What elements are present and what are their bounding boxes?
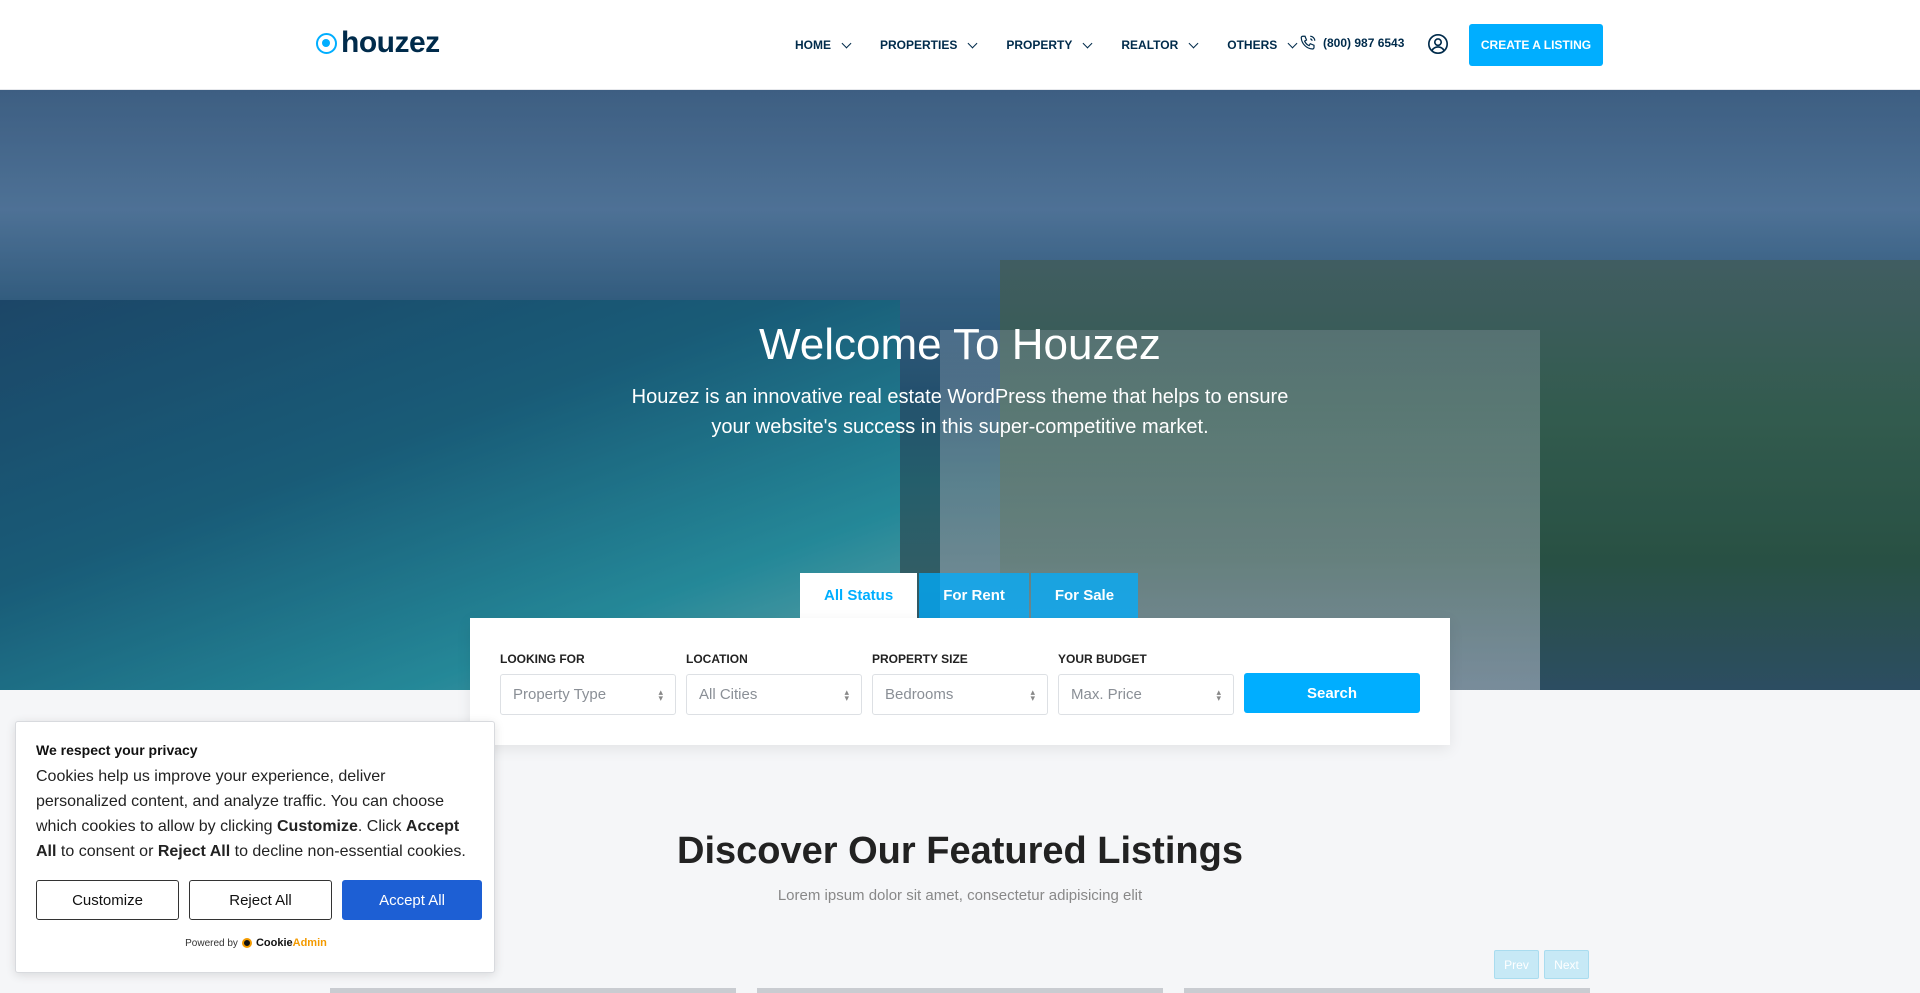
powered-by: Powered by CookieAdmin xyxy=(16,937,496,949)
field-label: LOOKING FOR xyxy=(500,652,585,666)
nav-item-label: PROPERTY xyxy=(1006,38,1073,52)
nav-item-label: PROPERTIES xyxy=(880,38,958,52)
main-nav: HOME PROPERTIES PROPERTY REALTOR OTHERS xyxy=(795,0,1326,90)
cookie-customize-word: Customize xyxy=(277,818,358,835)
tab-for-rent[interactable]: For Rent xyxy=(919,573,1029,618)
field-property-size: PROPERTY SIZE Bedrooms ▴ ▾ xyxy=(872,652,1048,715)
select-value: Property Type xyxy=(513,686,607,703)
phone-link[interactable]: (800) 987 6543 xyxy=(1299,34,1404,52)
bedrooms-select[interactable]: Bedrooms ▴ ▾ xyxy=(872,674,1048,715)
max-price-select[interactable]: Max. Price ▴ ▾ xyxy=(1058,674,1234,715)
user-circle-icon[interactable] xyxy=(1427,33,1449,55)
chevron-down-icon xyxy=(967,38,978,48)
field-looking-for: LOOKING FOR Property Type ▴ ▾ xyxy=(500,652,676,715)
nav-item-property[interactable]: PROPERTY xyxy=(1006,38,1093,52)
select-value: Bedrooms xyxy=(885,686,954,703)
property-type-select[interactable]: Property Type ▴ ▾ xyxy=(500,674,676,715)
field-label: PROPERTY SIZE xyxy=(872,652,968,666)
nav-item-properties[interactable]: PROPERTIES xyxy=(880,38,978,52)
accept-all-button[interactable]: Accept All xyxy=(342,880,482,920)
cookie-banner: We respect your privacy Cookies help us … xyxy=(15,721,495,973)
updown-icon: ▴ ▾ xyxy=(1216,686,1221,703)
hero-subtitle: Houzez is an innovative real estate Word… xyxy=(631,386,1289,438)
nav-item-label: OTHERS xyxy=(1227,38,1278,52)
logo-pin-icon xyxy=(316,32,337,54)
cookie-text-part: to decline non-essential cookies. xyxy=(230,843,466,860)
cookieadmin-brand[interactable]: CookieAdmin xyxy=(256,937,327,949)
cookie-buttons: Customize Reject All Accept All xyxy=(36,880,482,920)
status-tabs: All Status For Rent For Sale xyxy=(800,573,1139,618)
nav-item-others[interactable]: OTHERS xyxy=(1227,38,1298,52)
powered-by-label: Powered by xyxy=(185,937,238,949)
hero-title: Welcome To Houzez xyxy=(759,320,1161,369)
select-value: All Cities xyxy=(699,686,758,703)
site-header: houzez HOME PROPERTIES PROPERTY REALTOR … xyxy=(0,0,1920,90)
cookie-text-part: to consent or xyxy=(56,843,158,860)
site-logo[interactable]: houzez xyxy=(316,26,440,60)
phone-number: (800) 987 6543 xyxy=(1323,36,1405,50)
chevron-down-icon xyxy=(1082,38,1093,48)
nav-item-realtor[interactable]: REALTOR xyxy=(1121,38,1199,52)
customize-button[interactable]: Customize xyxy=(36,880,179,920)
logo-text: houzez xyxy=(341,26,440,59)
cookie-text: Cookies help us improve your experience,… xyxy=(36,764,474,864)
field-budget: YOUR BUDGET Max. Price ▴ ▾ xyxy=(1058,652,1234,715)
listing-card[interactable] xyxy=(1184,988,1590,993)
cookie-reject-word: Reject All xyxy=(157,843,231,860)
create-listing-button[interactable]: CREATE A LISTING xyxy=(1469,24,1603,66)
cookie-title: We respect your privacy xyxy=(36,742,198,758)
chevron-down-icon xyxy=(841,38,852,48)
listing-card[interactable] xyxy=(757,988,1163,993)
updown-icon: ▴ ▾ xyxy=(1030,686,1035,703)
select-value: Max. Price xyxy=(1071,686,1142,703)
search-button[interactable]: Search xyxy=(1244,673,1420,713)
field-location: LOCATION All Cities ▴ ▾ xyxy=(686,652,862,715)
brand-part: Admin xyxy=(292,937,327,949)
updown-icon: ▴ ▾ xyxy=(658,686,663,703)
location-select[interactable]: All Cities ▴ ▾ xyxy=(686,674,862,715)
field-label: LOCATION xyxy=(686,652,748,666)
next-button[interactable]: Next xyxy=(1544,950,1589,979)
cookieadmin-logo-icon xyxy=(241,938,252,948)
phone-icon xyxy=(1300,35,1316,50)
nav-item-label: HOME xyxy=(795,38,831,52)
nav-item-home[interactable]: HOME xyxy=(795,38,852,52)
chevron-down-icon xyxy=(1188,38,1199,48)
brand-part: Cookie xyxy=(255,937,293,949)
listing-card[interactable] xyxy=(330,988,736,993)
cookie-text-part: . Click xyxy=(357,818,406,835)
field-label: YOUR BUDGET xyxy=(1058,652,1147,666)
updown-icon: ▴ ▾ xyxy=(844,686,849,703)
tab-for-sale[interactable]: For Sale xyxy=(1030,573,1139,618)
chevron-down-icon xyxy=(1287,38,1298,48)
search-panel: LOOKING FOR Property Type ▴ ▾ LOCATION Al… xyxy=(470,618,1450,745)
prev-button[interactable]: Prev xyxy=(1494,950,1539,979)
tab-all-status[interactable]: All Status xyxy=(800,573,918,618)
reject-all-button[interactable]: Reject All xyxy=(189,880,332,920)
nav-item-label: REALTOR xyxy=(1121,38,1179,52)
